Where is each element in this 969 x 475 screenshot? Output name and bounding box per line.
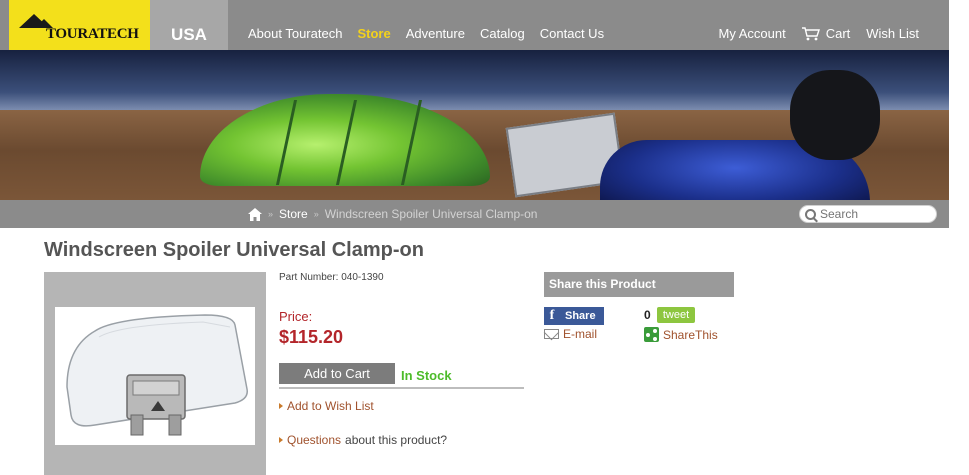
product-info: Part Number: 040-1390 Price: $115.20 Add… [279, 272, 524, 447]
logo-text: TOURATECH [46, 26, 139, 42]
wish-list-link[interactable]: Wish List [866, 26, 919, 41]
breadcrumb-separator: » [313, 209, 319, 219]
tweet-button[interactable]: tweet [657, 307, 695, 323]
sharethis-label: ShareThis [663, 327, 718, 342]
add-to-cart-button[interactable]: Add to Cart [279, 363, 395, 384]
questions-text: about this product? [345, 433, 448, 447]
home-icon[interactable] [248, 207, 262, 221]
nav-store[interactable]: Store [357, 26, 390, 41]
questions-link[interactable]: Questions [287, 433, 341, 447]
divider [279, 387, 524, 389]
facebook-share-button[interactable]: f Share [544, 307, 604, 325]
wish-list-label: Add to Wish List [287, 399, 374, 413]
sharethis-icon [644, 327, 659, 342]
nav-catalog[interactable]: Catalog [480, 26, 525, 41]
breadcrumb-current: Windscreen Spoiler Universal Clamp-on [324, 207, 538, 221]
mail-icon [544, 329, 559, 339]
my-account-link[interactable]: My Account [719, 26, 786, 41]
tweet-count: 0 [644, 308, 651, 322]
price-label: Price: [279, 309, 313, 324]
arrow-right-icon [279, 437, 283, 443]
cart-row: Add to Cart In Stock [279, 363, 524, 384]
email-share-link[interactable]: E-mail [544, 327, 597, 341]
account-nav: My Account Cart Wish List [719, 26, 920, 41]
search-box[interactable] [799, 205, 937, 223]
facebook-icon: f [549, 308, 555, 323]
product-image-frame [44, 272, 266, 475]
nav-contact[interactable]: Contact Us [540, 26, 604, 41]
nav-adventure[interactable]: Adventure [406, 26, 465, 41]
breadcrumb: » Store » Windscreen Spoiler Universal C… [248, 207, 537, 221]
nav-about[interactable]: About Touratech [248, 26, 342, 41]
facebook-share-label: Share [565, 310, 596, 322]
share-heading: Share this Product [544, 272, 734, 297]
product-image[interactable] [55, 307, 255, 445]
stock-status: In Stock [401, 367, 452, 383]
hero-banner [0, 50, 949, 200]
sharethis-link[interactable]: ShareThis [644, 327, 718, 342]
arrow-right-icon [279, 403, 283, 409]
price-value: $115.20 [279, 327, 344, 347]
part-number: Part Number: 040-1390 [279, 272, 384, 283]
cart-label: Cart [825, 26, 851, 41]
breadcrumb-store[interactable]: Store [279, 207, 308, 221]
share-buttons: f Share E-mail 0 tweet ShareThis [544, 307, 734, 351]
share-panel: Share this Product f Share E-mail 0 twee… [544, 272, 734, 351]
add-to-wish-list-link[interactable]: Add to Wish List [279, 399, 524, 413]
breadcrumb-separator: » [268, 209, 274, 219]
search-icon [805, 208, 816, 220]
page: About Touratech Store Adventure Catalog … [0, 0, 969, 475]
windscreen-spoiler-image [66, 314, 248, 436]
email-label: E-mail [563, 327, 598, 341]
cart-link[interactable]: Cart [801, 26, 851, 41]
cart-icon [801, 26, 820, 40]
banner-handlebar [790, 70, 880, 160]
search-input[interactable] [820, 207, 930, 221]
product-title: Windscreen Spoiler Universal Clamp-on [44, 239, 424, 261]
questions-row: Questions about this product? [279, 433, 524, 447]
main-nav: About Touratech Store Adventure Catalog … [248, 26, 604, 41]
